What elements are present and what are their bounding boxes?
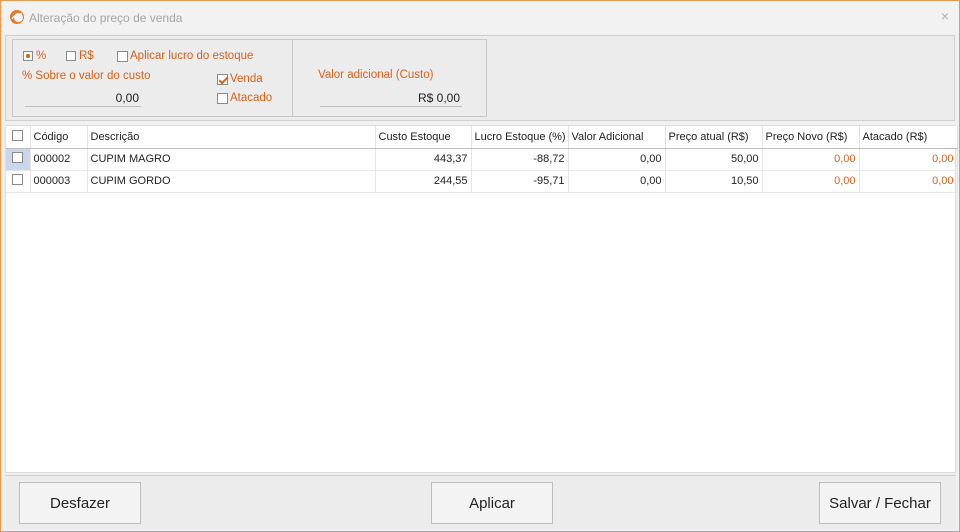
atacado-check-box[interactable]: [217, 92, 228, 104]
radio-real-label: R$: [79, 50, 94, 62]
col-valor-adicional[interactable]: Valor Adicional: [568, 126, 666, 149]
additional-value-input[interactable]: [320, 89, 462, 107]
footer-bar: Desfazer Aplicar Salvar / Fechar: [5, 475, 956, 529]
app-logo-icon: [10, 10, 24, 24]
options-panel: % R$ Aplicar lucro do estoque % Sobre o …: [5, 35, 955, 121]
col-atacado[interactable]: Atacado (R$): [859, 126, 958, 149]
percent-options-group: % R$ Aplicar lucro do estoque % Sobre o …: [12, 39, 293, 117]
cell-lucro: -95,71: [471, 170, 569, 193]
additional-value-group: Valor adicional (Custo): [292, 39, 487, 117]
row-select-cell[interactable]: [6, 148, 31, 171]
cell-adicional: 0,00: [568, 148, 666, 171]
cell-codigo: 000002: [30, 148, 88, 171]
window-title: Alteração do preço de venda: [29, 11, 183, 25]
row-checkbox[interactable]: [12, 152, 24, 163]
cell-lucro: -88,72: [471, 148, 569, 171]
col-preco-novo[interactable]: Preço Novo (R$): [762, 126, 860, 149]
cell-preco-atual: 10,50: [665, 170, 763, 193]
cell-preco-novo[interactable]: 0,00: [762, 170, 860, 193]
venda-label: Venda: [230, 73, 263, 85]
venda-check-box[interactable]: [217, 73, 228, 85]
grid-header-row: Código Descrição Custo Estoque Lucro Est…: [6, 126, 958, 149]
cell-custo: 244,55: [375, 170, 472, 193]
select-all-cell[interactable]: [6, 126, 31, 149]
atacado-checkbox[interactable]: Atacado: [217, 92, 272, 104]
table-row[interactable]: 000003 CUPIM GORDO 244,55 -95,71 0,00 10…: [6, 170, 958, 193]
cell-preco-atual: 50,00: [665, 148, 763, 171]
apply-stock-profit-box[interactable]: [117, 50, 128, 62]
col-preco-atual[interactable]: Preço atual (R$): [665, 126, 763, 149]
radio-percent-label: %: [36, 50, 47, 62]
radio-percent[interactable]: %: [23, 50, 46, 62]
venda-checkbox[interactable]: Venda: [217, 73, 263, 85]
col-descricao[interactable]: Descrição: [87, 126, 376, 149]
cell-adicional: 0,00: [568, 170, 666, 193]
cell-atacado[interactable]: 0,00: [859, 148, 958, 171]
atacado-label: Atacado: [230, 92, 273, 104]
percent-input[interactable]: [25, 89, 141, 107]
products-grid: Código Descrição Custo Estoque Lucro Est…: [5, 125, 958, 473]
apply-stock-profit-checkbox[interactable]: Aplicar lucro do estoque: [117, 50, 253, 62]
radio-real[interactable]: R$: [66, 50, 94, 62]
cell-preco-novo[interactable]: 0,00: [762, 148, 860, 171]
radio-real-indicator[interactable]: [66, 51, 76, 61]
row-checkbox[interactable]: [12, 174, 24, 185]
table-row[interactable]: 000002 CUPIM MAGRO 443,37 -88,72 0,00 50…: [6, 148, 958, 171]
col-codigo[interactable]: Código: [30, 126, 88, 149]
title-bar: Alteração do preço de venda ×: [1, 1, 959, 33]
additional-value-label: Valor adicional (Custo): [318, 69, 434, 81]
row-select-cell[interactable]: [6, 170, 31, 193]
cell-descricao: CUPIM GORDO: [87, 170, 376, 193]
close-icon[interactable]: ×: [941, 8, 949, 24]
save-close-button[interactable]: Salvar / Fechar: [819, 482, 941, 524]
radio-percent-indicator[interactable]: [23, 51, 33, 61]
undo-button[interactable]: Desfazer: [19, 482, 141, 524]
col-lucro-estoque[interactable]: Lucro Estoque (%): [471, 126, 569, 149]
apply-button[interactable]: Aplicar: [431, 482, 553, 524]
cell-custo: 443,37: [375, 148, 472, 171]
cell-codigo: 000003: [30, 170, 88, 193]
cell-descricao: CUPIM MAGRO: [87, 148, 376, 171]
products-table: Código Descrição Custo Estoque Lucro Est…: [6, 126, 958, 193]
select-all-checkbox[interactable]: [12, 129, 24, 141]
price-change-window: Alteração do preço de venda × % R$ Aplic…: [0, 0, 960, 532]
percent-field-label: % Sobre o valor do custo: [22, 70, 151, 82]
apply-stock-profit-label: Aplicar lucro do estoque: [130, 50, 254, 62]
cell-atacado[interactable]: 0,00: [859, 170, 958, 193]
col-custo-estoque[interactable]: Custo Estoque: [375, 126, 472, 149]
